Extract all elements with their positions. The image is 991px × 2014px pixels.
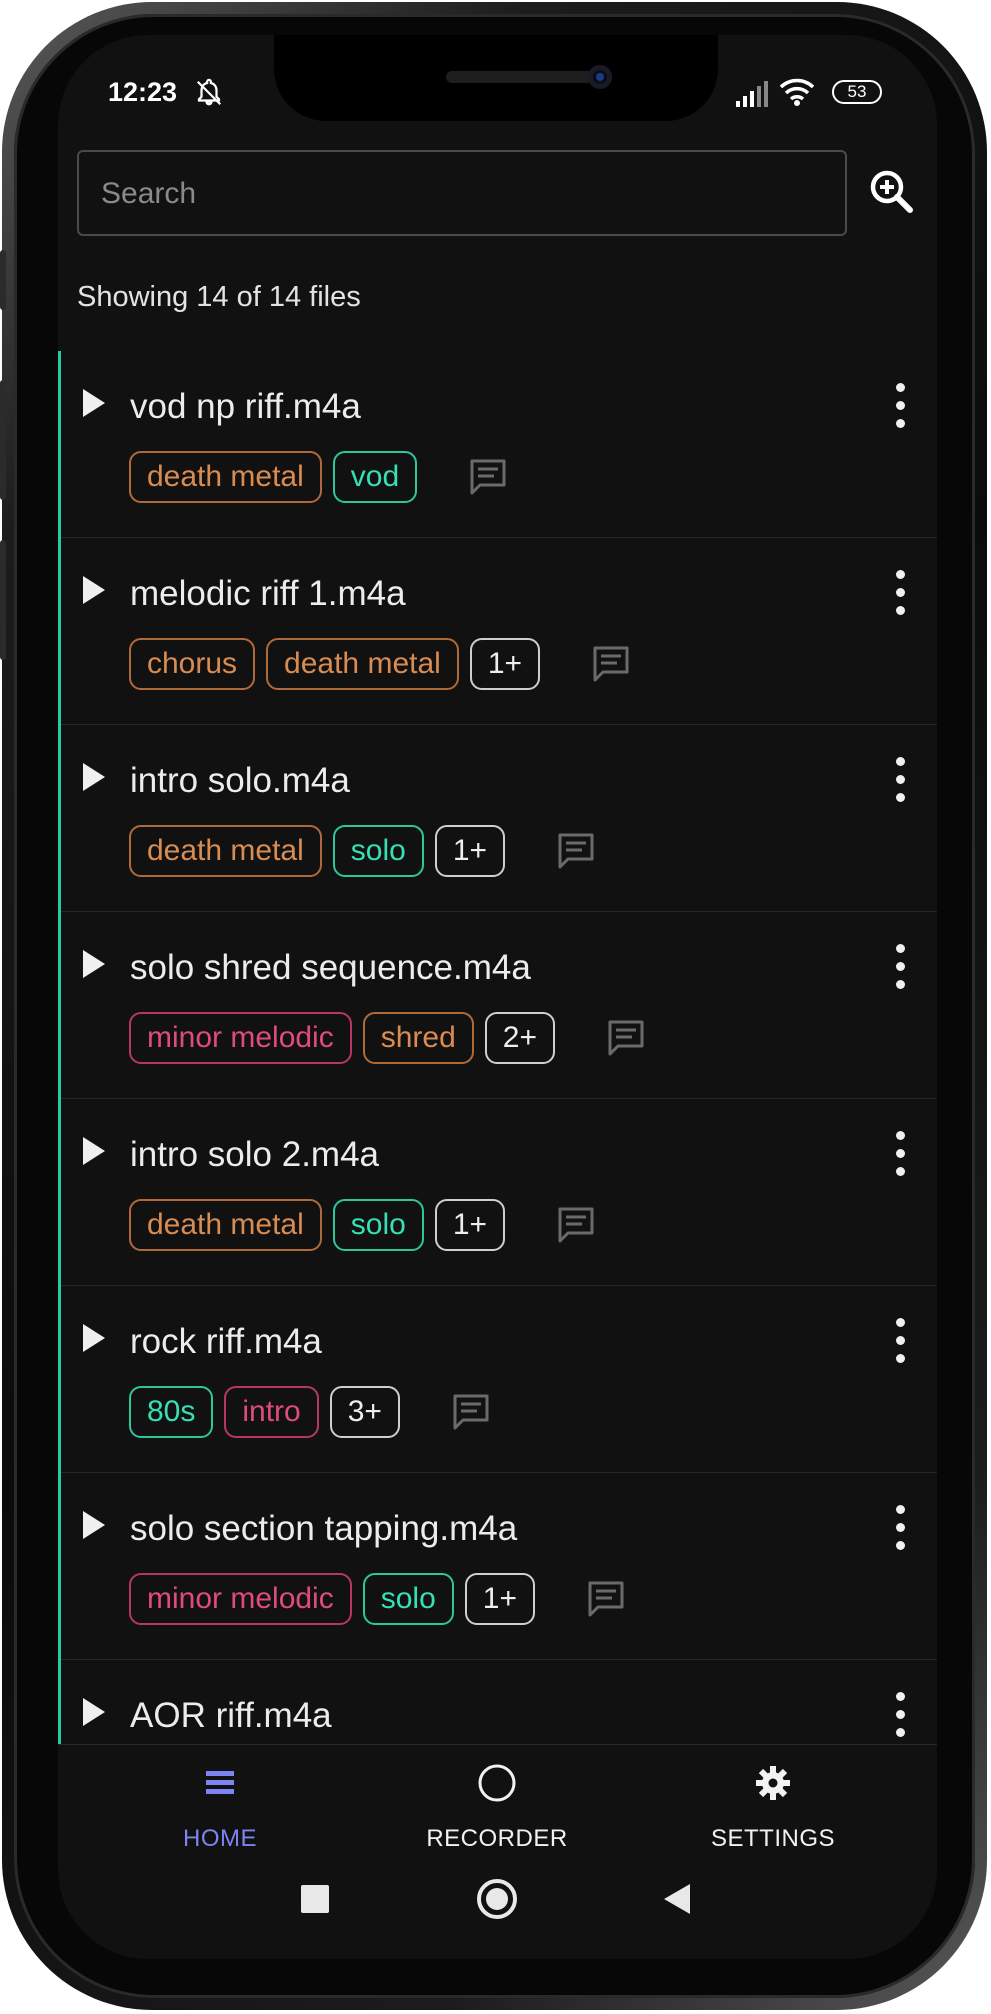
file-row[interactable]: solo shred sequence.m4a minor melodic shre… bbox=[61, 912, 937, 1099]
file-row[interactable]: vod np riff.m4a death metal vod bbox=[61, 351, 937, 538]
file-row[interactable]: solo section tapping.m4a minor melodic sol… bbox=[61, 1473, 937, 1660]
notch bbox=[274, 35, 718, 121]
more-options-icon[interactable] bbox=[885, 940, 915, 992]
tag-list: death metal solo 1+ bbox=[129, 1199, 596, 1251]
file-row[interactable]: intro solo 2.m4a death metal solo 1+ bbox=[61, 1099, 937, 1286]
nav-home[interactable]: HOME bbox=[100, 1745, 340, 1875]
comment-icon[interactable] bbox=[556, 1205, 596, 1245]
phone-side-button bbox=[0, 540, 6, 660]
signal-icon bbox=[736, 81, 768, 107]
notifications-off-icon bbox=[196, 78, 222, 106]
file-list[interactable]: vod np riff.m4a death metal vod melodic rif… bbox=[58, 351, 937, 1744]
search-field[interactable] bbox=[77, 150, 847, 236]
tag-chip[interactable]: solo bbox=[332, 825, 424, 877]
phone-side-button bbox=[0, 380, 6, 500]
tag-list: chorus death metal 1+ bbox=[129, 638, 631, 690]
list-icon bbox=[206, 1771, 234, 1794]
battery-icon: 53 bbox=[832, 80, 882, 104]
battery-level: 53 bbox=[847, 82, 867, 101]
gear-icon bbox=[756, 1766, 790, 1800]
tag-chip[interactable]: death metal bbox=[129, 1199, 322, 1251]
more-options-icon[interactable] bbox=[885, 753, 915, 805]
tag-list: minor melodic solo 1+ bbox=[129, 1573, 626, 1625]
comment-icon[interactable] bbox=[556, 831, 596, 871]
tag-list: 80s intro 3+ bbox=[129, 1386, 491, 1438]
play-icon[interactable] bbox=[83, 1137, 105, 1165]
more-options-icon[interactable] bbox=[885, 1127, 915, 1179]
tag-chip[interactable]: death metal bbox=[129, 451, 322, 503]
tag-chip[interactable]: 80s bbox=[129, 1386, 214, 1438]
comment-icon[interactable] bbox=[586, 1579, 626, 1619]
file-name[interactable]: melodic riff 1.m4a bbox=[130, 574, 406, 614]
tag-chip[interactable]: minor melodic bbox=[129, 1573, 352, 1625]
phone-side-button bbox=[0, 250, 6, 310]
file-row[interactable]: intro solo.m4a death metal solo 1+ bbox=[61, 725, 937, 912]
system-recents-button[interactable] bbox=[301, 1885, 329, 1913]
more-tags-chip[interactable]: 1+ bbox=[464, 1573, 535, 1625]
file-name[interactable]: AOR riff.m4a bbox=[130, 1696, 332, 1736]
file-name[interactable]: solo shred sequence.m4a bbox=[130, 948, 531, 988]
play-icon[interactable] bbox=[83, 950, 105, 978]
tag-list: death metal vod bbox=[129, 451, 508, 503]
nav-settings-label: SETTINGS bbox=[710, 1825, 835, 1852]
more-tags-chip[interactable]: 1+ bbox=[469, 638, 541, 690]
comment-icon[interactable] bbox=[591, 644, 631, 684]
more-options-icon[interactable] bbox=[885, 1501, 915, 1553]
nav-settings[interactable]: SETTINGS bbox=[653, 1745, 893, 1875]
tag-chip[interactable]: solo bbox=[332, 1199, 424, 1251]
tag-chip[interactable]: shred bbox=[362, 1012, 474, 1064]
record-circle-icon bbox=[478, 1764, 516, 1802]
system-back-button[interactable] bbox=[664, 1884, 690, 1914]
tag-list: death metal solo 1+ bbox=[129, 825, 596, 877]
more-options-icon[interactable] bbox=[885, 566, 915, 618]
more-tags-chip[interactable]: 2+ bbox=[484, 1012, 555, 1064]
tag-chip[interactable]: chorus bbox=[129, 638, 256, 690]
play-icon[interactable] bbox=[83, 389, 105, 417]
more-tags-chip[interactable]: 1+ bbox=[434, 825, 506, 877]
more-tags-chip[interactable]: 1+ bbox=[434, 1199, 506, 1251]
tag-chip[interactable]: solo bbox=[362, 1573, 454, 1625]
comment-icon[interactable] bbox=[468, 457, 508, 497]
app-screen: 12:23 53 Showing 14 of 14 files vod np r… bbox=[58, 35, 937, 1959]
file-name[interactable]: vod np riff.m4a bbox=[130, 387, 361, 427]
file-row[interactable]: melodic riff 1.m4a chorus death metal 1+ bbox=[61, 538, 937, 725]
comment-icon[interactable] bbox=[451, 1392, 491, 1432]
bottom-navigation: HOME RECORDER SETTINGS bbox=[58, 1744, 937, 1959]
system-home-button[interactable] bbox=[477, 1879, 517, 1919]
wifi-icon bbox=[780, 78, 814, 106]
play-icon[interactable] bbox=[83, 576, 105, 604]
file-name[interactable]: rock riff.m4a bbox=[130, 1322, 322, 1362]
file-name[interactable]: solo section tapping.m4a bbox=[130, 1509, 517, 1549]
tag-chip[interactable]: death metal bbox=[266, 638, 459, 690]
comment-icon[interactable] bbox=[606, 1018, 646, 1058]
file-count-label: Showing 14 of 14 files bbox=[77, 281, 361, 313]
status-time: 12:23 bbox=[108, 77, 178, 107]
play-icon[interactable] bbox=[83, 1511, 105, 1539]
nav-home-label: HOME bbox=[183, 1825, 257, 1852]
more-options-icon[interactable] bbox=[885, 1314, 915, 1366]
file-name[interactable]: intro solo.m4a bbox=[130, 761, 350, 801]
search-input[interactable] bbox=[99, 152, 823, 236]
nav-recorder[interactable]: RECORDER bbox=[377, 1745, 617, 1875]
zoom-in-search-icon[interactable] bbox=[868, 168, 914, 214]
tag-chip[interactable]: vod bbox=[332, 451, 418, 503]
tag-chip[interactable]: death metal bbox=[129, 825, 322, 877]
more-tags-chip[interactable]: 3+ bbox=[329, 1386, 400, 1438]
file-row[interactable]: AOR riff.m4a bbox=[61, 1660, 937, 1744]
play-icon[interactable] bbox=[83, 1324, 105, 1352]
tag-list: minor melodic shred 2+ bbox=[129, 1012, 646, 1064]
nav-recorder-label: RECORDER bbox=[426, 1825, 568, 1852]
play-icon[interactable] bbox=[83, 1698, 105, 1726]
file-row[interactable]: rock riff.m4a 80s intro 3+ bbox=[61, 1286, 937, 1473]
more-options-icon[interactable] bbox=[885, 1688, 915, 1740]
tag-chip[interactable]: minor melodic bbox=[129, 1012, 352, 1064]
file-name[interactable]: intro solo 2.m4a bbox=[130, 1135, 379, 1175]
front-camera bbox=[588, 65, 612, 89]
more-options-icon[interactable] bbox=[885, 379, 915, 431]
play-icon[interactable] bbox=[83, 763, 105, 791]
tag-chip[interactable]: intro bbox=[224, 1386, 319, 1438]
